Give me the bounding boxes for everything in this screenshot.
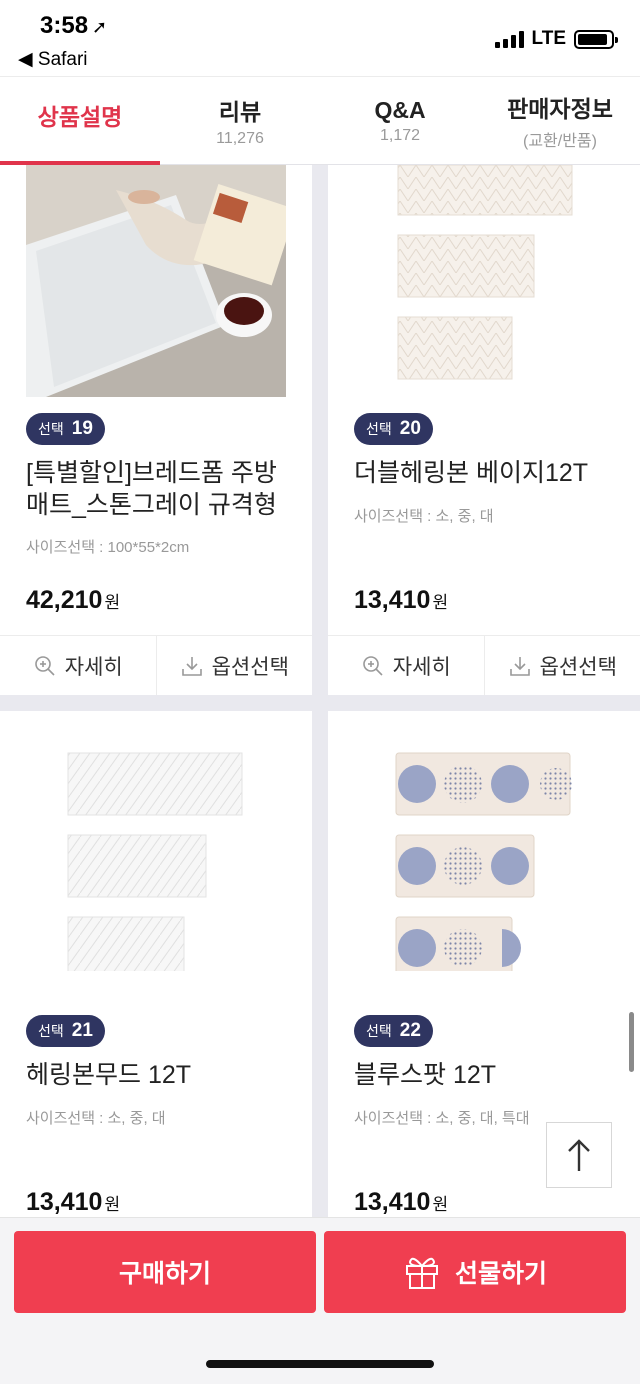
download-icon xyxy=(509,656,530,676)
price-currency: 원 xyxy=(104,593,121,612)
product-card[interactable]: 선택 20 더블헤링본 베이지12T 사이즈선택 : 소, 중, 대 13,41… xyxy=(328,165,640,695)
home-indicator xyxy=(206,1360,434,1368)
product-option: 사이즈선택 : 소, 중, 대 xyxy=(26,1110,166,1127)
price-currency: 원 xyxy=(104,1195,121,1214)
product-option: 사이즈선택 : 소, 중, 대 xyxy=(354,508,494,525)
detail-button[interactable]: 자세히 xyxy=(328,636,484,695)
option-badge: 선택 22 xyxy=(354,1015,433,1047)
option-select-label: 옵션선택 xyxy=(211,655,289,679)
price-value: 42,210 xyxy=(26,586,103,614)
zoom-in-icon xyxy=(34,655,55,676)
product-photo xyxy=(26,165,286,397)
purchase-bar: 구매하기 선물하기 xyxy=(0,1217,640,1384)
battery-icon xyxy=(574,29,618,49)
gift-label: 선물하기 xyxy=(454,1260,547,1288)
tab-sub: (교환/반품) xyxy=(523,133,597,150)
location-arrow-icon: ➚ xyxy=(92,17,108,37)
product-title: [특별할인]브레드폼 주방매트_스톤그레이 규격형 xyxy=(26,459,277,519)
option-badge: 선택 21 xyxy=(26,1015,105,1047)
tab-label: 상품설명 xyxy=(37,103,123,130)
product-grid: 선택 19 [특별할인]브레드폼 주방매트_스톤그레이 규격형 사이즈선택 : … xyxy=(0,165,640,1217)
badge-label: 선택 xyxy=(366,1023,392,1039)
price-value: 13,410 xyxy=(26,1188,103,1216)
badge-number: 21 xyxy=(71,1020,93,1041)
back-to-app-link[interactable]: ◀ Safari xyxy=(18,48,88,71)
status-time: 3:58 ➚ xyxy=(40,12,107,40)
scrollbar-thumb[interactable] xyxy=(629,1012,634,1072)
product-title: 블루스팟 12T xyxy=(354,1061,497,1089)
badge-label: 선택 xyxy=(38,421,64,437)
product-card[interactable]: 선택 21 헤링본무드 12T 사이즈선택 : 소, 중, 대 13,410 원 xyxy=(0,711,312,1217)
signal-icon xyxy=(494,30,524,48)
detail-button[interactable]: 자세히 xyxy=(0,636,156,695)
buy-button[interactable]: 구매하기 xyxy=(14,1231,316,1313)
mat-medium xyxy=(395,834,535,898)
tab-count: 11,276 xyxy=(216,130,264,147)
network-label: LTE xyxy=(531,28,566,49)
card-actions: 자세히 옵션선택 xyxy=(328,635,640,695)
badge-label: 선택 xyxy=(366,421,392,437)
option-select-button[interactable]: 옵션선택 xyxy=(483,636,640,695)
scroll-to-top-button[interactable] xyxy=(546,1122,612,1188)
tab-count: 1,172 xyxy=(379,126,421,144)
product-option: 사이즈선택 : 100*55*2cm xyxy=(26,539,190,556)
product-title: 헤링본무드 12T xyxy=(26,1061,192,1089)
mat-small xyxy=(395,916,521,971)
product-price: 13,410 원 xyxy=(354,1188,448,1217)
card-actions: 자세히 옵션선택 xyxy=(0,635,312,695)
badge-label: 선택 xyxy=(38,1023,64,1039)
product-price: 13,410 원 xyxy=(354,586,448,615)
product-image xyxy=(67,752,243,971)
badge-number: 22 xyxy=(399,1020,421,1041)
price-currency: 원 xyxy=(432,593,449,612)
option-select-button[interactable]: 옵션선택 xyxy=(155,636,313,695)
status-indicators: LTE xyxy=(494,28,618,50)
gift-icon xyxy=(405,1257,438,1289)
product-card[interactable]: 선택 19 [특별할인]브레드폼 주방매트_스톤그레이 규격형 사이즈선택 : … xyxy=(0,165,312,695)
price-currency: 원 xyxy=(432,1195,449,1214)
status-bar: 3:58 ➚ ◀ Safari LTE xyxy=(0,0,640,76)
buy-label: 구매하기 xyxy=(118,1260,211,1288)
product-title: 더블헤링본 베이지12T xyxy=(354,459,589,487)
tab-label: Q&A xyxy=(374,96,426,123)
tab-qna[interactable]: Q&A 1,172 xyxy=(320,77,480,164)
back-app-label: Safari xyxy=(37,49,88,70)
badge-number: 20 xyxy=(399,418,421,439)
option-select-label: 옵션선택 xyxy=(539,655,617,679)
detail-label: 자세히 xyxy=(392,655,451,679)
mat-large xyxy=(395,752,572,816)
product-option: 사이즈선택 : 소, 중, 대, 특대 xyxy=(354,1110,530,1127)
clock-text: 3:58 xyxy=(40,12,89,39)
zoom-in-icon xyxy=(362,655,383,676)
download-icon xyxy=(181,656,202,676)
product-price: 42,210 원 xyxy=(26,586,120,615)
arrow-up-icon xyxy=(568,1139,590,1171)
tab-description[interactable]: 상품설명 xyxy=(0,77,160,165)
option-badge: 선택 19 xyxy=(26,413,105,445)
product-tabs: 상품설명 리뷰 11,276 Q&A 1,172 판매자정보 (교환/반품) xyxy=(0,76,640,165)
tab-seller-info[interactable]: 판매자정보 (교환/반품) xyxy=(480,77,640,164)
detail-label: 자세히 xyxy=(64,655,123,679)
product-image xyxy=(397,165,573,380)
product-image xyxy=(395,752,572,971)
badge-number: 19 xyxy=(71,418,93,439)
tab-reviews[interactable]: 리뷰 11,276 xyxy=(160,77,320,164)
tab-label: 리뷰 xyxy=(218,99,262,125)
price-value: 13,410 xyxy=(354,1188,431,1216)
product-price: 13,410 원 xyxy=(26,1188,120,1217)
gift-button[interactable]: 선물하기 xyxy=(324,1231,626,1313)
price-value: 13,410 xyxy=(354,586,431,614)
option-badge: 선택 20 xyxy=(354,413,433,445)
tab-label: 판매자정보 xyxy=(507,96,613,122)
